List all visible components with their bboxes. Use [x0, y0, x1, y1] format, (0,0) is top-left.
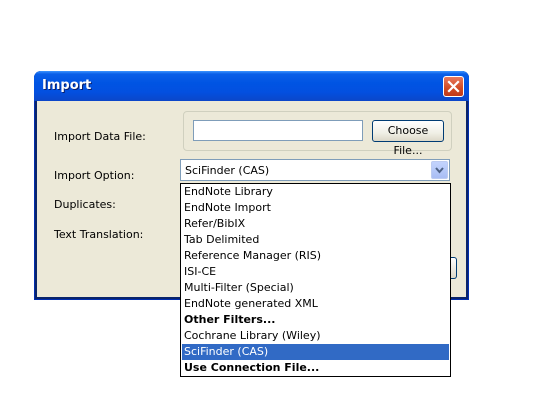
dropdown-item[interactable]: Tab Delimited [182, 232, 449, 248]
dropdown-item[interactable]: Reference Manager (RIS) [182, 248, 449, 264]
text-translation-label: Text Translation: [54, 228, 144, 241]
import-file-input[interactable] [193, 120, 363, 141]
dropdown-item[interactable]: Use Connection File... [182, 360, 449, 376]
dropdown-item[interactable]: Refer/BibIX [182, 216, 449, 232]
dropdown-item[interactable]: Other Filters... [182, 312, 449, 328]
title-bar[interactable]: Import [34, 71, 469, 101]
close-icon [447, 80, 460, 93]
import-data-file-label: Import Data File: [54, 130, 146, 143]
dropdown-item[interactable]: Multi-Filter (Special) [182, 280, 449, 296]
chevron-down-icon [435, 167, 444, 174]
import-option-dropdown-list: EndNote Library EndNote Import Refer/Bib… [180, 183, 451, 377]
dropdown-arrow-button[interactable] [431, 161, 448, 179]
dropdown-item[interactable]: EndNote generated XML [182, 296, 449, 312]
file-group-box: Choose File... [183, 111, 452, 157]
dropdown-item[interactable]: EndNote Import [182, 200, 449, 216]
import-option-value: SciFinder (CAS) [185, 164, 270, 177]
close-button[interactable] [443, 76, 464, 97]
dropdown-item[interactable]: ISI-CE [182, 264, 449, 280]
duplicates-label: Duplicates: [54, 198, 116, 211]
dropdown-item-selected[interactable]: SciFinder (CAS) [182, 344, 449, 360]
import-option-select[interactable]: SciFinder (CAS) [180, 159, 450, 181]
dialog-title: Import [42, 78, 92, 93]
dropdown-item[interactable]: EndNote Library [182, 184, 449, 200]
import-option-label: Import Option: [54, 169, 135, 182]
dropdown-item[interactable]: Cochrane Library (Wiley) [182, 328, 449, 344]
choose-file-button[interactable]: Choose File... [372, 120, 444, 157]
